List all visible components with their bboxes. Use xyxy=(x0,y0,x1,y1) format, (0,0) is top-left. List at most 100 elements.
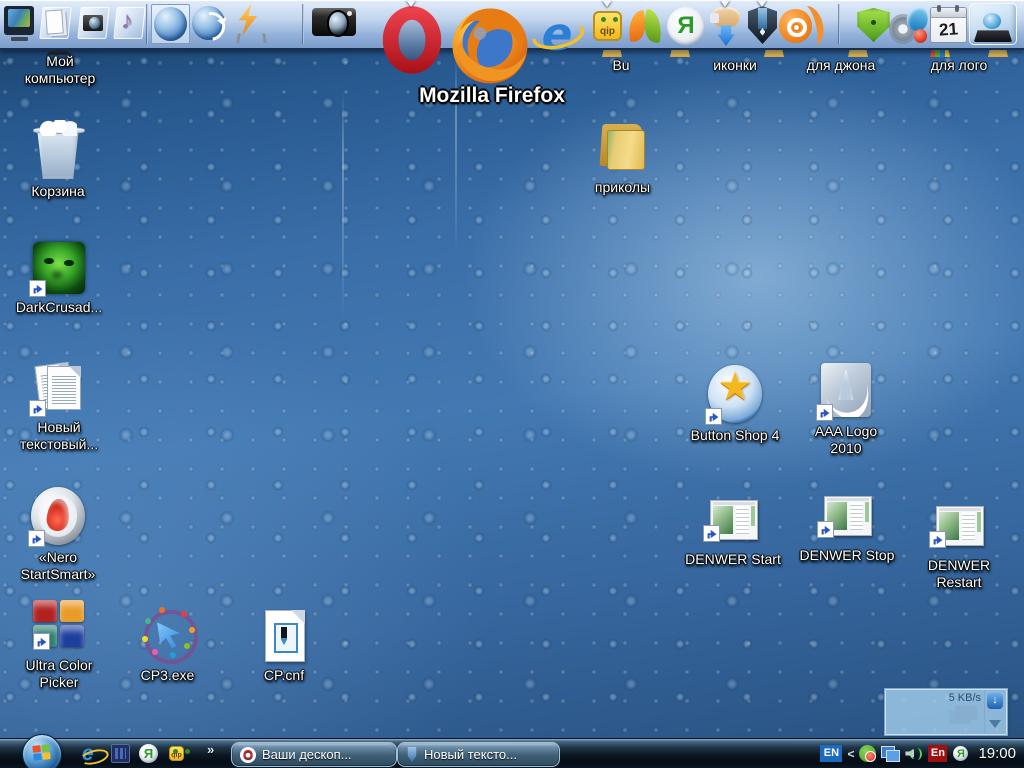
dock-drweb-icon[interactable] xyxy=(854,6,893,44)
desktop-icon-cp-cnf[interactable]: CP.cnf xyxy=(240,608,328,684)
desktop-icon-my-computer[interactable]: Мой компьютер xyxy=(14,50,106,87)
desktop-icon-prikoly-folder[interactable]: приколы xyxy=(575,120,670,196)
punto-switcher-indicator[interactable]: En xyxy=(928,745,947,762)
download-arrow-icon[interactable]: ↓ xyxy=(987,693,1003,709)
dock-internet-explorer-icon[interactable]: e xyxy=(529,9,585,65)
text-document-icon xyxy=(31,360,87,416)
quicklaunch-internet-explorer-icon[interactable]: e xyxy=(82,743,103,764)
icon-label: Корзина xyxy=(31,183,84,200)
network-adapter-icon xyxy=(955,706,977,720)
desktop-icon-denwer-stop[interactable]: DENWER Stop xyxy=(787,488,907,564)
language-indicator[interactable]: EN xyxy=(820,745,842,762)
nero-icon xyxy=(30,486,86,546)
dock-globe-sync-icon[interactable] xyxy=(190,4,227,42)
wallpaper-streak xyxy=(342,90,344,320)
aaa-logo-icon xyxy=(818,360,874,420)
denwer-window-icon xyxy=(931,498,987,554)
dock-yandex-icon[interactable]: Я xyxy=(666,6,706,46)
dock-download-hand-icon[interactable] xyxy=(708,6,744,46)
shortcut-arrow-icon xyxy=(816,404,833,421)
music-note-glyph: ♪ xyxy=(121,7,133,35)
dock-music-folder-icon[interactable]: ♪ xyxy=(113,5,146,41)
taskbar: e Я qip » O Ваши дескоп... Новый тексто.… xyxy=(0,738,1024,768)
dock-wings-icon[interactable] xyxy=(626,7,664,45)
denwer-window-icon xyxy=(819,488,875,544)
opera-task-icon: O xyxy=(240,747,256,763)
quicklaunch-overflow-chevron[interactable]: » xyxy=(207,742,214,757)
hidden-folder-label[interactable]: для джона xyxy=(786,57,896,73)
tray-collapse-arrow[interactable]: < xyxy=(847,747,854,761)
start-button[interactable] xyxy=(22,734,62,768)
star-glyph: ★ xyxy=(708,367,762,407)
dock-glass-cube-icon[interactable] xyxy=(968,2,1018,46)
calendar-day: 21 xyxy=(930,19,966,41)
icon-label: DENWER Restart xyxy=(918,557,1000,591)
dock-pictures-folder-icon[interactable] xyxy=(77,5,110,41)
recycle-bin-icon xyxy=(30,120,86,180)
icon-label: DENWER Stop xyxy=(800,547,895,564)
dock-qip-icon[interactable]: qip xyxy=(590,8,625,44)
dock-toolbar: ♪ xyxy=(0,0,1024,50)
tray-yandex-icon[interactable]: Я xyxy=(952,745,969,762)
taskbar-clock[interactable]: 19:00 xyxy=(978,745,1016,762)
running-indicator xyxy=(720,0,730,7)
windows-flag-icon xyxy=(32,744,50,761)
dock-calendar-icon[interactable]: 21 xyxy=(929,4,968,44)
icon-label: DENWER Start xyxy=(685,551,781,568)
quicklaunch-qip-icon[interactable]: qip xyxy=(166,743,187,764)
yandex-glyph: Я xyxy=(677,12,694,40)
quick-launch: e Я qip xyxy=(82,739,187,768)
desktop-icon-button-shop-4[interactable]: ★ Button Shop 4 xyxy=(675,364,795,444)
quicklaunch-commander-icon[interactable] xyxy=(110,743,131,764)
tray-network-icon[interactable] xyxy=(881,746,900,762)
desktop-icon-denwer-restart[interactable]: DENWER Restart xyxy=(918,498,1000,591)
desktop-icon-new-text-document[interactable]: Новый текстовый... xyxy=(8,360,110,453)
color-squares-icon xyxy=(31,598,87,654)
desktop-icon-ultra-color-picker[interactable]: Ultra Color Picker xyxy=(12,598,106,691)
shortcut-arrow-icon xyxy=(705,408,722,425)
config-file-icon xyxy=(256,608,312,664)
dock-globe-icon[interactable] xyxy=(151,4,190,44)
dock-opera-icon[interactable] xyxy=(376,3,448,77)
task-button-label: Новый тексто... xyxy=(424,747,517,762)
task-button-opera[interactable]: O Ваши дескоп... xyxy=(231,742,397,767)
dock-my-computer-icon[interactable] xyxy=(2,5,36,41)
icon-label: CP.cnf xyxy=(264,667,304,684)
dock-lightning-easel-icon[interactable] xyxy=(229,3,267,43)
dock-orange-comet-icon[interactable] xyxy=(779,6,823,46)
denwer-window-icon xyxy=(705,492,761,548)
task-button-text-document[interactable]: Новый тексто... xyxy=(397,742,560,767)
icon-label: AAA Logo 2010 xyxy=(803,423,889,457)
tray-green-app-icon[interactable] xyxy=(859,745,876,762)
desktop-icon-nero-startsmart[interactable]: «Nero StartSmart» xyxy=(12,486,104,583)
dock-firefox-icon[interactable] xyxy=(450,4,530,88)
dock-documents-folder-icon[interactable] xyxy=(39,5,72,41)
desktop-icon-cp3-exe[interactable]: CP3.exe xyxy=(120,608,215,684)
icon-label: Новый текстовый... xyxy=(8,419,110,453)
icon-label: Ultra Color Picker xyxy=(12,657,106,691)
icon-label: Button Shop 4 xyxy=(691,427,780,444)
shortcut-arrow-icon xyxy=(28,530,45,547)
shortcut-arrow-icon xyxy=(929,531,946,548)
desktop-icon-denwer-start[interactable]: DENWER Start xyxy=(673,492,793,568)
icon-label: приколы xyxy=(595,179,650,196)
shortcut-arrow-icon xyxy=(817,521,834,538)
desktop-icon-dark-crusade[interactable]: DarkCrusad... xyxy=(8,240,110,316)
svg-text:e: e xyxy=(542,9,573,61)
dock-camera-icon[interactable] xyxy=(311,2,357,44)
dock-water-gear-icon[interactable] xyxy=(892,6,928,44)
icon-label: «Nero StartSmart» xyxy=(12,549,104,583)
hidden-folder-label[interactable]: иконки xyxy=(680,57,790,73)
network-traffic-widget[interactable]: 5 KB/s ↓ xyxy=(884,688,1008,736)
tray-volume-icon[interactable] xyxy=(905,746,923,762)
dock-shield-medal-icon[interactable] xyxy=(746,4,779,46)
desktop-icon-aaa-logo-2010[interactable]: AAA Logo 2010 xyxy=(803,360,889,457)
dark-crusade-icon xyxy=(31,240,87,296)
shortcut-arrow-icon xyxy=(29,400,46,417)
collapse-widget-button[interactable] xyxy=(989,720,1001,728)
quicklaunch-yandex-icon[interactable]: Я xyxy=(138,743,159,764)
hidden-folder-label[interactable]: для лого xyxy=(904,57,1014,73)
icon-label: Мой компьютер xyxy=(14,53,106,87)
desktop-icon-recycle-bin[interactable]: Корзина xyxy=(14,120,102,200)
shortcut-arrow-icon xyxy=(29,280,46,297)
